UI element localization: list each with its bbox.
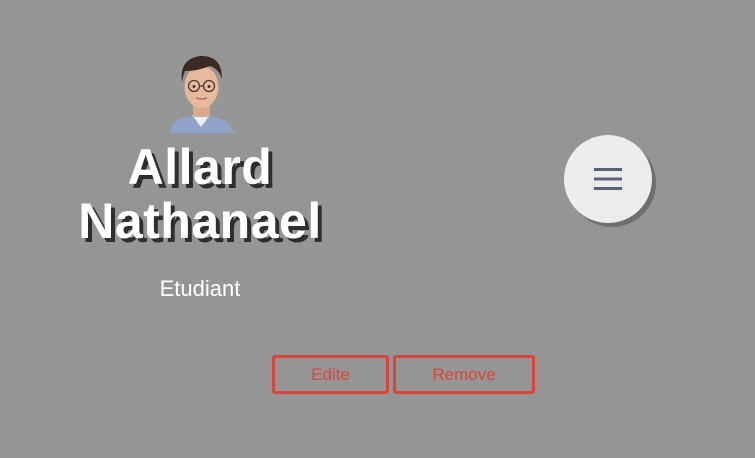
remove-button[interactable]: Remove (393, 355, 535, 394)
avatar (165, 49, 238, 133)
profile-name: Allard Nathanael (50, 140, 350, 248)
edit-button[interactable]: Edite (272, 355, 389, 394)
hamburger-menu-icon (594, 168, 622, 190)
menu-button[interactable] (564, 135, 652, 223)
profile-name-line1: Allard (127, 139, 273, 195)
profile-name-line2: Nathanael (78, 193, 322, 249)
profile-role: Etudiant (159, 276, 241, 301)
